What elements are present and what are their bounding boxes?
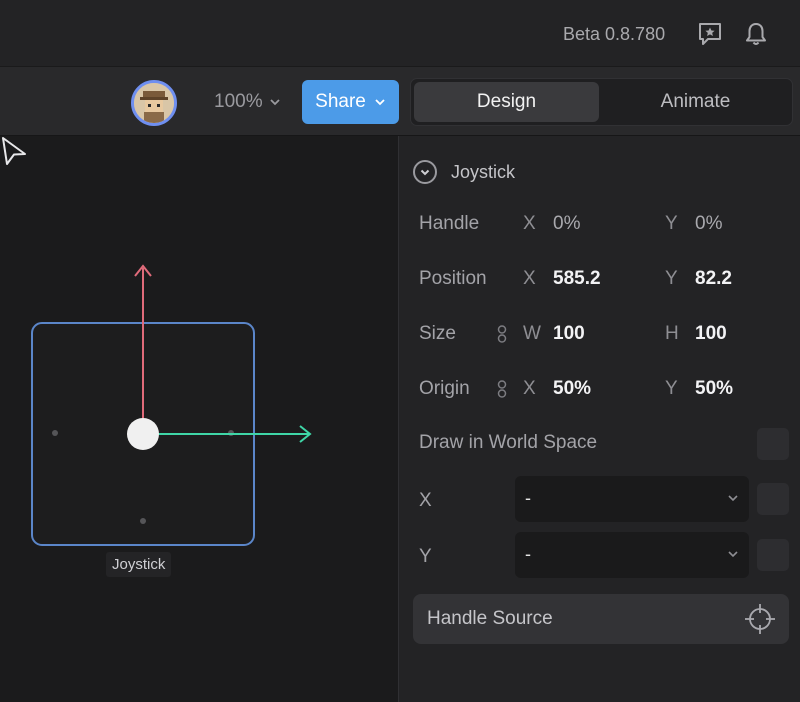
link-lock-icon[interactable] <box>497 380 507 398</box>
origin-label: Origin <box>419 378 470 399</box>
position-x-input[interactable]: 585.2 <box>553 268 601 290</box>
toolbar: 100% Share Design Animate <box>0 66 800 136</box>
design-canvas[interactable]: Joystick <box>0 136 398 702</box>
properties-panel: Joystick Handle X 0% Y 0% Position X 585… <box>398 136 800 702</box>
crosshair-target-icon[interactable] <box>743 602 777 636</box>
x-select-label: X <box>419 490 432 511</box>
world-space-label: Draw in World Space <box>419 432 598 453</box>
joystick-handle <box>127 418 159 450</box>
title-bar: Beta 0.8.780 <box>0 0 800 66</box>
size-w-axis: W <box>523 323 541 344</box>
x-select-value: - <box>525 488 531 508</box>
handle-source-field[interactable]: Handle Source <box>413 594 789 644</box>
bell-icon[interactable] <box>742 20 770 48</box>
x-select-dropdown[interactable]: - <box>515 476 749 522</box>
size-w-input[interactable]: 100 <box>553 323 585 345</box>
handle-source-label: Handle Source <box>427 608 553 629</box>
collapse-chevron-icon[interactable] <box>413 160 437 184</box>
tab-animate[interactable]: Animate <box>603 82 788 122</box>
section-title: Joystick <box>451 161 516 182</box>
version-label: Beta 0.8.780 <box>563 24 666 44</box>
section-header-joystick[interactable]: Joystick <box>413 160 515 184</box>
tab-animate-label: Animate <box>660 91 731 112</box>
feedback-icon[interactable] <box>696 20 724 48</box>
object-name-label: Joystick <box>106 552 172 577</box>
handle-label: Handle <box>419 213 480 234</box>
canvas-artwork <box>31 264 312 546</box>
origin-y-axis: Y <box>665 378 678 399</box>
pointer-cursor-icon <box>2 137 26 165</box>
tab-design-label: Design <box>476 91 537 112</box>
y-select-label: Y <box>419 546 432 567</box>
handle-x-axis: X <box>523 213 536 234</box>
origin-x-input[interactable]: 50% <box>553 378 591 400</box>
share-button[interactable]: Share <box>302 80 399 124</box>
size-h-axis: H <box>665 323 679 344</box>
joystick-dot-bottom <box>140 518 146 524</box>
zoom-dropdown[interactable]: 100% <box>214 91 281 113</box>
position-x-axis: X <box>523 268 536 289</box>
chevron-down-icon <box>375 99 385 106</box>
user-avatar-icon <box>134 83 174 123</box>
handle-x-input[interactable]: 0% <box>553 213 580 235</box>
joystick-dot-left <box>52 430 58 436</box>
origin-y-input[interactable]: 50% <box>695 378 733 400</box>
handle-y-axis: Y <box>665 213 678 234</box>
tab-design[interactable]: Design <box>414 82 599 122</box>
x-select-checkbox[interactable] <box>757 483 789 515</box>
position-y-axis: Y <box>665 268 678 289</box>
y-select-dropdown[interactable]: - <box>515 532 749 578</box>
size-label: Size <box>419 323 456 344</box>
y-select-value: - <box>525 544 531 564</box>
zoom-value: 100% <box>214 91 263 112</box>
y-select-checkbox[interactable] <box>757 539 789 571</box>
link-lock-icon[interactable] <box>497 325 507 343</box>
chevron-down-icon <box>728 495 738 502</box>
origin-x-axis: X <box>523 378 536 399</box>
share-label: Share <box>315 91 366 112</box>
position-y-input[interactable]: 82.2 <box>695 268 732 290</box>
chevron-down-icon <box>269 99 280 106</box>
world-space-checkbox[interactable] <box>757 428 789 460</box>
handle-y-input[interactable]: 0% <box>695 213 722 235</box>
size-h-input[interactable]: 100 <box>695 323 727 345</box>
avatar[interactable] <box>131 80 177 126</box>
mode-tabs: Design Animate <box>410 78 793 126</box>
position-label: Position <box>419 268 487 289</box>
chevron-down-icon <box>728 551 738 558</box>
